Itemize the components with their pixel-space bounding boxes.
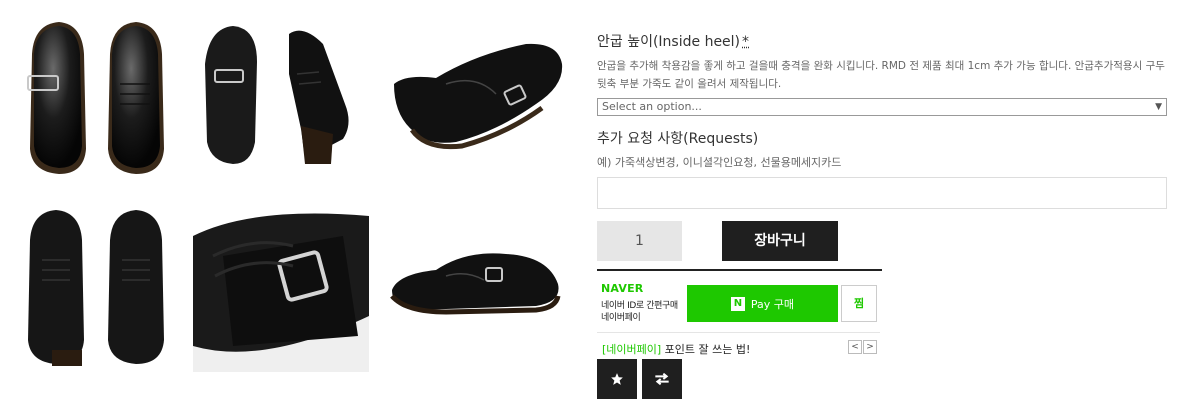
promo-highlight: [네이버페이] bbox=[602, 343, 662, 356]
heel-option-select[interactable]: Select an option... ▼ bbox=[597, 98, 1167, 116]
requests-title: 추가 요청 사항(Requests) bbox=[597, 131, 759, 147]
shoe-single-side-image bbox=[394, 43, 563, 150]
shoe-angled-image bbox=[390, 253, 561, 315]
naver-logo: NAVER bbox=[601, 282, 644, 295]
naver-n-icon: N bbox=[730, 296, 745, 311]
naver-pay-buy-label: Pay 구매 bbox=[750, 297, 795, 311]
required-mark: * bbox=[742, 34, 750, 50]
quantity-input[interactable]: 1 bbox=[597, 221, 682, 261]
heel-option-title: 안굽 높이(Inside heel) * bbox=[597, 31, 749, 51]
requests-input[interactable] bbox=[597, 177, 1167, 209]
product-thumb-1[interactable] bbox=[14, 14, 178, 180]
select-value: Select an option... bbox=[602, 100, 702, 113]
product-thumb-2[interactable] bbox=[193, 14, 368, 180]
compare-button[interactable] bbox=[642, 359, 682, 399]
promo-prev-button[interactable]: < bbox=[848, 340, 862, 354]
naver-pay-buy-button[interactable]: N Pay 구매 bbox=[687, 285, 838, 322]
heel-option-label: 안굽 높이(Inside heel) bbox=[597, 34, 741, 50]
promo-next-button[interactable]: > bbox=[863, 340, 877, 354]
star-icon bbox=[611, 373, 623, 385]
requests-hint: 예) 가죽색상변경, 이니셜각인요청, 선물용메세지카드 bbox=[597, 156, 842, 169]
heel-option-description: 안굽을 추가해 착용감을 좋게 하고 걸을때 충격을 완화 시킵니다. RMD … bbox=[597, 60, 1165, 90]
buckle-closeup-image bbox=[193, 196, 369, 372]
chevron-down-icon: ▼ bbox=[1155, 102, 1162, 112]
shoe-pair-side-image bbox=[205, 26, 349, 164]
product-thumb-4[interactable] bbox=[14, 200, 178, 372]
naver-pay-box: NAVER 네이버 ID로 간편구매 네이버페이 N Pay 구매 찜 [네이버… bbox=[597, 269, 882, 359]
divider bbox=[597, 332, 880, 333]
add-to-cart-button[interactable]: 장바구니 bbox=[722, 221, 838, 261]
product-thumb-3[interactable] bbox=[386, 24, 566, 164]
shoe-pair-top-image bbox=[27, 22, 164, 174]
naver-pay-promo-link[interactable]: [네이버페이] 포인트 잘 쓰는 법! bbox=[602, 341, 750, 357]
product-thumb-6[interactable] bbox=[386, 240, 566, 330]
promo-text: 포인트 잘 쓰는 법! bbox=[661, 343, 751, 356]
wishlist-button[interactable] bbox=[597, 359, 637, 399]
product-thumb-5[interactable] bbox=[193, 196, 369, 372]
shoe-pair-top-alt-image bbox=[28, 210, 164, 366]
swap-icon bbox=[655, 372, 669, 386]
naver-zzim-button[interactable]: 찜 bbox=[841, 285, 877, 322]
naver-pay-caption-2: 네이버페이 bbox=[601, 313, 641, 323]
